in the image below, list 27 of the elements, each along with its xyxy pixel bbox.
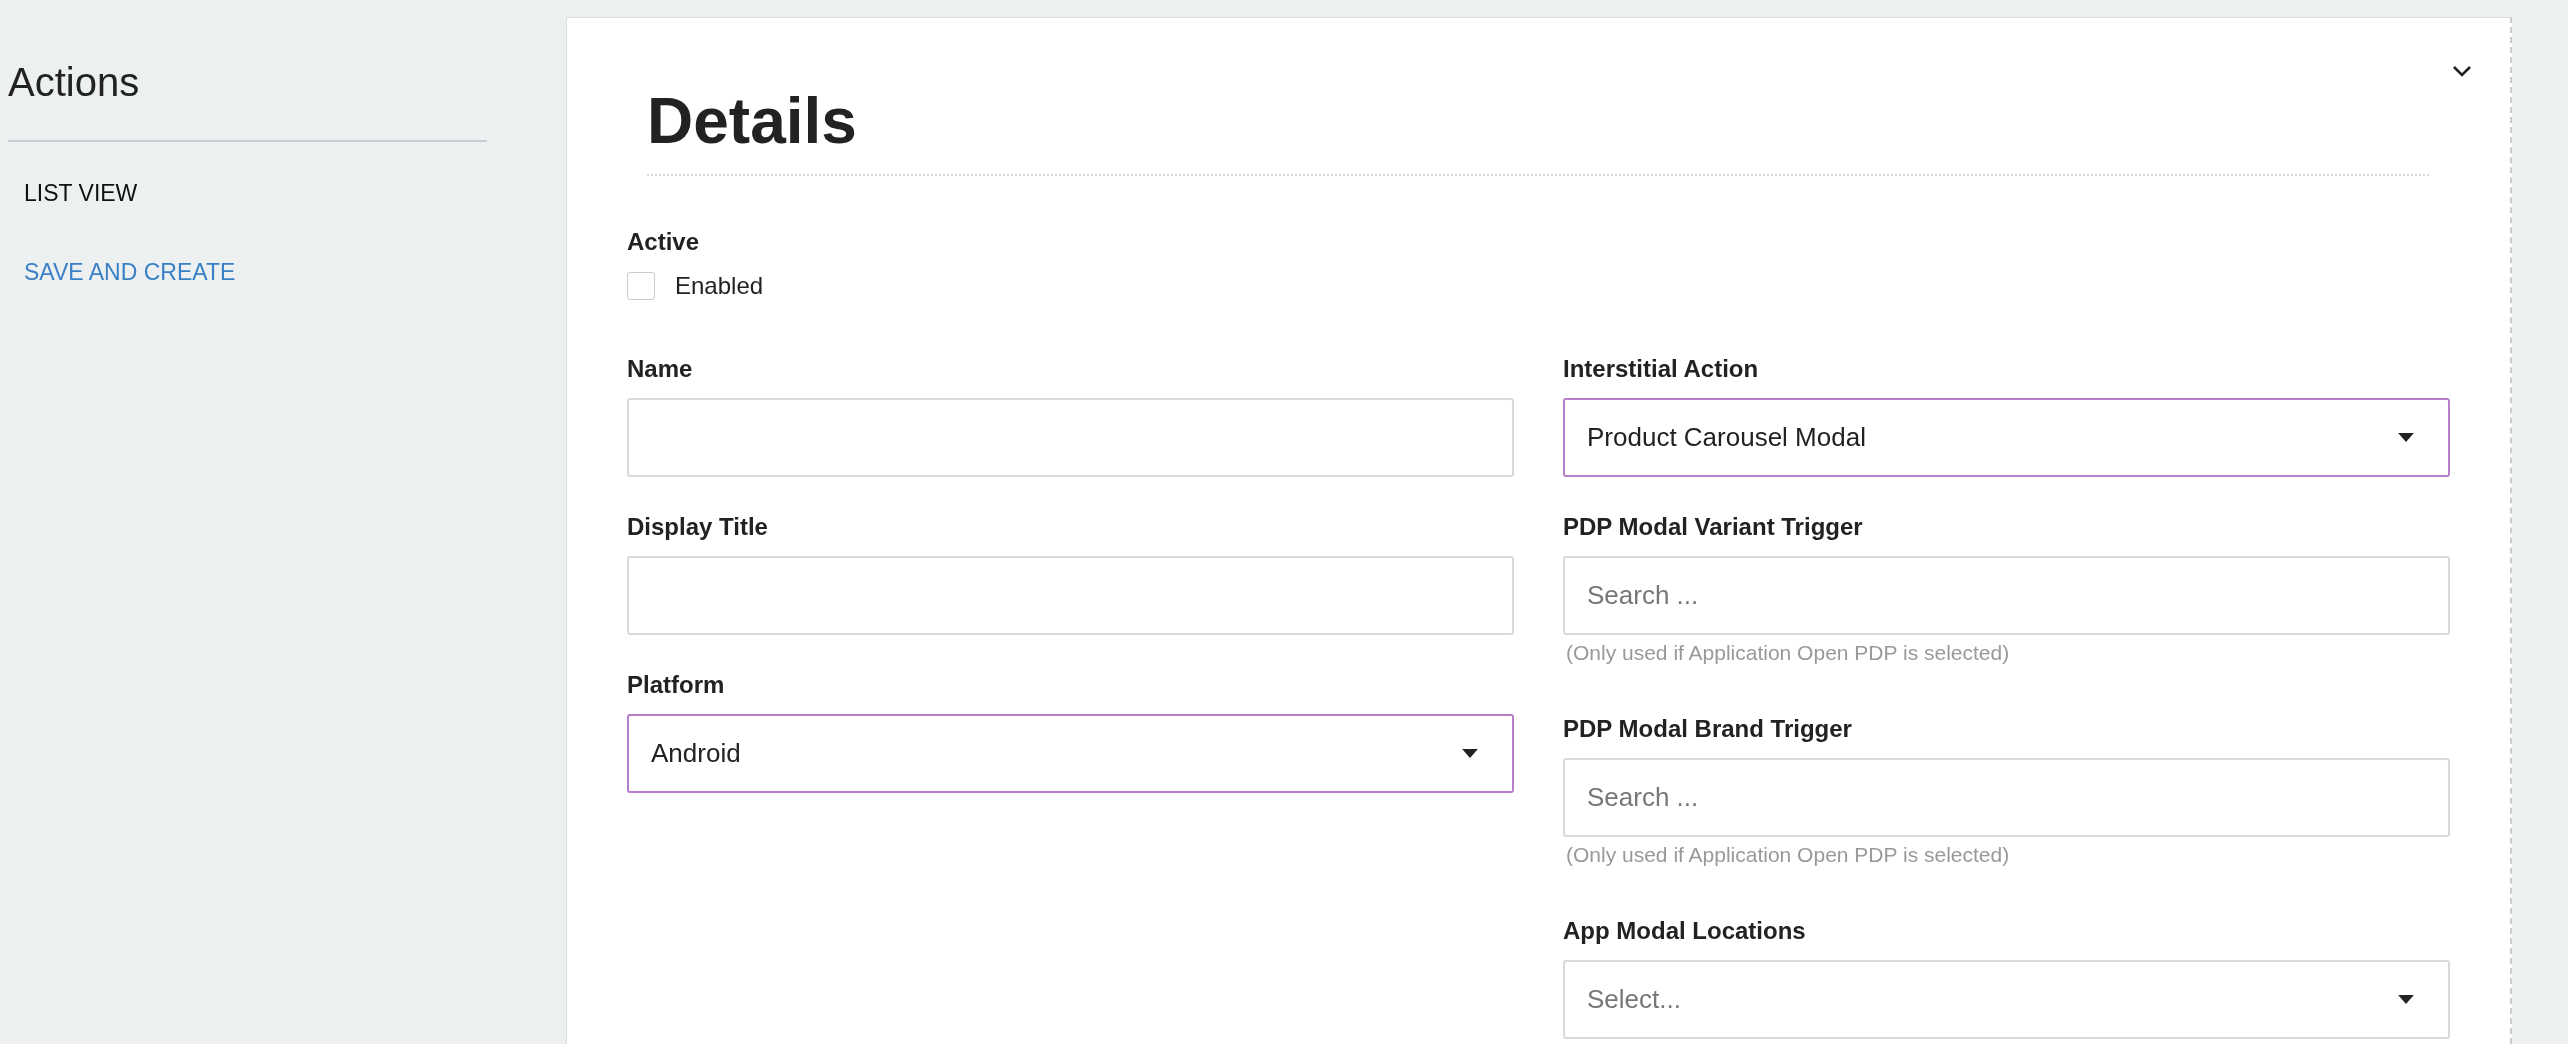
field-label: Platform	[627, 671, 725, 699]
sidebar-link[interactable]: LIST VIEW	[24, 180, 138, 207]
checkbox[interactable]	[627, 272, 655, 300]
input-field[interactable]	[627, 556, 1514, 635]
select-field[interactable]: Select...	[1563, 960, 2450, 1039]
field-label: Name	[627, 355, 693, 383]
select-field[interactable]: Android	[627, 714, 1514, 793]
search-field[interactable]: Search ...	[1563, 758, 2450, 837]
search-field[interactable]: Search ...	[1563, 556, 2450, 635]
caret-icon	[1462, 749, 1478, 758]
field-label: PDP Modal Brand Trigger	[1563, 715, 1852, 743]
select-field[interactable]: Product Carousel Modal	[1563, 398, 2450, 477]
caret-icon	[2398, 433, 2414, 442]
section-title: Details	[646, 84, 857, 158]
field-label: Display Title	[627, 513, 768, 541]
field-label: PDP Modal Variant Trigger	[1563, 513, 1863, 541]
field-label: App Modal Locations	[1563, 917, 1806, 945]
field-label: Active	[627, 228, 700, 256]
sidebar-title: Actions	[8, 59, 141, 106]
help-text: (Only used if Application Open PDP is selected)	[1566, 843, 2010, 867]
input-field[interactable]	[627, 398, 1514, 477]
caret-icon	[2398, 995, 2414, 1004]
sidebar-link[interactable]: SAVE AND CREATE	[24, 259, 236, 286]
field-label: Interstitial Action	[1563, 355, 1759, 383]
chevron-down-icon[interactable]	[2452, 65, 2472, 77]
help-text: (Only used if Application Open PDP is selected)	[1566, 641, 2010, 665]
checkbox-label: Enabled	[675, 272, 764, 300]
